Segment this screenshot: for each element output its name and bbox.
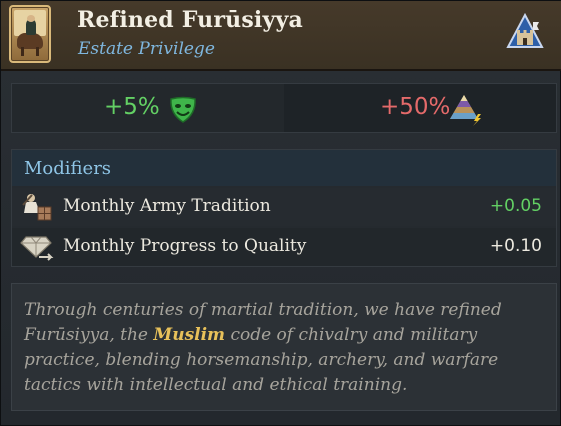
influence-value: +50% [380,94,451,120]
modifiers-panel: Modifiers Monthly Army Tradition +0.05 M… [11,149,557,267]
modifier-row: Monthly Army Tradition +0.05 [12,188,556,226]
army-tradition-icon [22,194,52,221]
mask-icon [170,96,196,123]
modifier-row: Monthly Progress to Quality +0.10 [12,228,556,266]
estate-icon [506,13,544,48]
modifiers-header: Modifiers [12,150,556,186]
pyramid-icon [450,95,481,126]
modifier-label: Monthly Progress to Quality [63,236,307,256]
modifier-label: Monthly Army Tradition [63,196,271,216]
loyalty-value: +5% [104,94,160,120]
privilege-tooltip: Refined Furūsiyya Estate Privilege +5% +… [0,0,561,426]
modifier-value: +0.05 [489,196,542,216]
religion-keyword: Muslim [153,325,226,345]
tooltip-header: Refined Furūsiyya Estate Privilege [1,1,561,71]
modifiers-title: Modifiers [24,158,112,179]
privilege-title: Refined Furūsiyya [77,7,303,33]
flavor-text: Through centuries of martial tradition, … [11,283,557,411]
privilege-type: Estate Privilege [78,39,215,59]
privilege-portrait [9,5,51,63]
influence-loyalty-row: +5% +50% [11,83,557,133]
quality-icon [20,236,54,261]
modifier-value: +0.10 [489,236,542,256]
loyalty-cell: +5% [12,84,284,132]
influence-cell: +50% [284,84,556,132]
